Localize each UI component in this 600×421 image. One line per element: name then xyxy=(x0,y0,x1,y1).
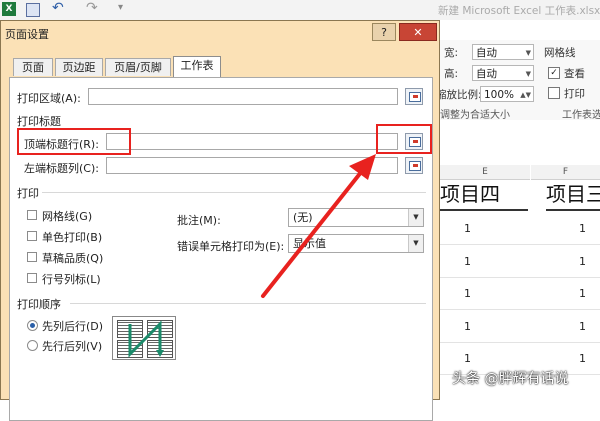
watermark: 头条 @胖辉有话说 xyxy=(452,371,569,387)
left-cols-collapse-icon[interactable] xyxy=(405,157,423,174)
table-cell-e3[interactable]: 1 xyxy=(464,255,471,268)
print-titles-section: 打印标题 xyxy=(17,115,61,128)
draft-quality-checkbox[interactable] xyxy=(27,252,37,262)
column-header-e[interactable]: E xyxy=(440,165,530,180)
top-rows-collapse-icon[interactable] xyxy=(405,133,423,150)
table-cell-e2[interactable]: 1 xyxy=(464,222,471,235)
over-then-down-radio[interactable] xyxy=(27,340,38,351)
cell-errors-label: 错误单元格打印为(E): xyxy=(177,240,285,253)
ribbon-view-label: 查看 xyxy=(564,68,585,80)
top-rows-label: 顶端标题行(R): xyxy=(24,138,99,151)
ribbon-scale-label: 缩放比例: xyxy=(436,89,482,101)
gridlines-checkbox[interactable] xyxy=(27,210,37,220)
table-cell-f3[interactable]: 1 xyxy=(579,255,586,268)
dialog-title: 页面设置 xyxy=(5,28,49,41)
ribbon-height-select[interactable]: 自动 ▼ xyxy=(472,65,534,81)
chevron-down-icon: ▼ xyxy=(525,49,531,57)
chevron-down-icon: ▼ xyxy=(408,209,423,226)
cell-header-project-four[interactable]: 项目四 xyxy=(440,179,528,211)
ribbon-gridlines-print-checkbox[interactable] xyxy=(548,87,560,99)
spinner-icon: ▲▼ xyxy=(520,91,531,99)
ribbon-width-select[interactable]: 自动 ▼ xyxy=(472,44,534,60)
redo-icon[interactable]: ↷ xyxy=(86,0,98,16)
ribbon-height-label: 高: xyxy=(444,68,459,80)
table-cell-f4[interactable]: 1 xyxy=(579,287,586,300)
grid-row-line xyxy=(440,277,600,278)
tab-margins[interactable]: 页边距 xyxy=(55,58,103,76)
ribbon-gridlines-label: 网格线 xyxy=(544,47,576,59)
left-cols-label: 左端标题列(C): xyxy=(24,162,99,175)
table-cell-e4[interactable]: 1 xyxy=(464,287,471,300)
ribbon-width-label: 宽: xyxy=(444,47,459,59)
grid-row-line xyxy=(440,244,600,245)
over-then-down-label: 先行后列(V) xyxy=(42,340,103,353)
table-cell-f5[interactable]: 1 xyxy=(579,320,586,333)
ribbon-scale-spinner[interactable]: 100% ▲▼ xyxy=(480,86,534,102)
black-white-label: 单色打印(B) xyxy=(42,231,103,244)
black-white-checkbox[interactable] xyxy=(27,231,37,241)
row-col-headings-checkbox[interactable] xyxy=(27,273,37,283)
tab-page[interactable]: 页面 xyxy=(13,58,53,76)
ribbon-page-layout: 宽: 自动 ▼ 高: 自动 ▼ 缩放比例: 100% ▲▼ 调整为合适大小 网格线 ✓… xyxy=(436,40,600,121)
draft-quality-label: 草稿品质(Q) xyxy=(42,252,104,265)
table-cell-e6[interactable]: 1 xyxy=(464,352,471,365)
save-icon[interactable] xyxy=(26,3,40,17)
ribbon-sheet-options-group-label: 工作表选 xyxy=(562,110,600,121)
grid-row-line xyxy=(440,342,600,343)
table-cell-e5[interactable]: 1 xyxy=(464,320,471,333)
page-order-section: 打印顺序 xyxy=(17,298,61,311)
grid-row-line xyxy=(440,309,600,310)
cell-errors-select[interactable]: 显示值 ▼ xyxy=(288,234,424,253)
undo-icon[interactable]: ↶ xyxy=(52,0,64,16)
excel-logo-icon: X xyxy=(2,2,16,16)
ribbon-fit-group-label: 调整为合适大小 xyxy=(440,110,510,121)
quick-access-dropdown-icon[interactable]: ▾ xyxy=(118,2,123,13)
ribbon-print-label: 打印 xyxy=(564,88,585,100)
comments-label: 批注(M): xyxy=(177,214,221,227)
print-section: 打印 xyxy=(17,187,39,200)
print-area-collapse-icon[interactable] xyxy=(405,88,423,105)
tab-sheet[interactable]: 工作表 xyxy=(173,56,221,77)
chevron-down-icon: ▼ xyxy=(408,235,423,252)
chevron-down-icon: ▼ xyxy=(525,70,531,78)
print-area-label: 打印区域(A): xyxy=(17,92,81,105)
print-section-rule xyxy=(42,192,426,193)
ribbon-gridlines-view-checkbox[interactable]: ✓ xyxy=(548,67,560,79)
help-button[interactable]: ? xyxy=(372,23,396,41)
down-then-over-label: 先列后行(D) xyxy=(42,320,104,333)
print-area-input[interactable] xyxy=(88,88,398,105)
excel-title-bar: X ↶ ↷ ▾ 新建 Microsoft Excel 工作表.xlsx xyxy=(0,0,600,20)
page-order-rule xyxy=(70,303,426,304)
column-header-f[interactable]: F xyxy=(531,165,600,180)
top-rows-input[interactable] xyxy=(106,133,398,150)
page-order-preview-icon xyxy=(112,316,176,360)
workbook-title: 新建 Microsoft Excel 工作表.xlsx xyxy=(438,5,600,17)
cell-header-project-three[interactable]: 项目三 xyxy=(546,179,600,211)
gridlines-label: 网格线(G) xyxy=(42,210,93,223)
close-button[interactable]: ✕ xyxy=(399,23,437,41)
table-cell-f2[interactable]: 1 xyxy=(579,222,586,235)
down-then-over-radio[interactable] xyxy=(27,320,38,331)
left-cols-input[interactable] xyxy=(106,157,398,174)
tab-header-footer[interactable]: 页眉/页脚 xyxy=(105,58,171,76)
comments-select[interactable]: (无) ▼ xyxy=(288,208,424,227)
row-col-headings-label: 行号列标(L) xyxy=(42,273,101,286)
table-cell-f6[interactable]: 1 xyxy=(579,352,586,365)
